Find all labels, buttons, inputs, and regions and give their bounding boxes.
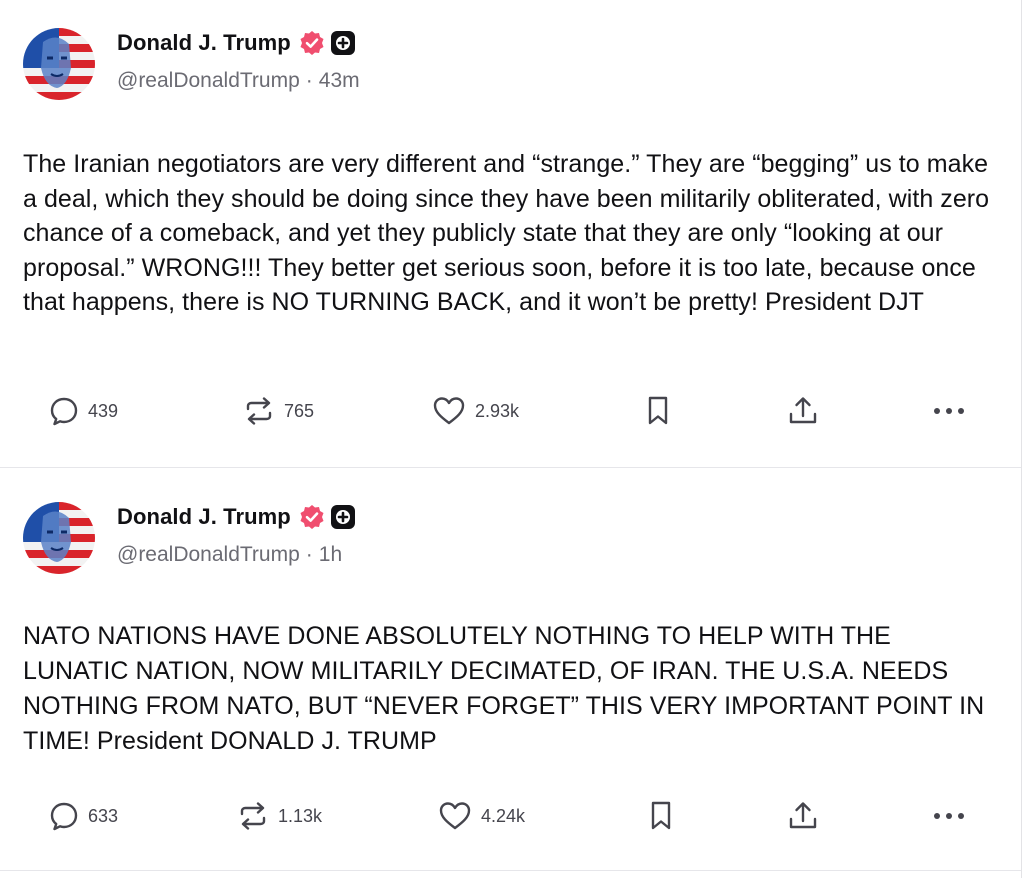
more-options-button[interactable] xyxy=(932,391,966,431)
repost-arrows-icon xyxy=(242,394,276,428)
author-name[interactable]: Donald J. Trump xyxy=(117,504,291,530)
separator-dot: · xyxy=(305,543,313,566)
author-name[interactable]: Donald J. Trump xyxy=(117,30,291,56)
separator-dot: · xyxy=(305,69,313,92)
share-upload-icon xyxy=(786,799,820,833)
avatar[interactable] xyxy=(23,502,95,574)
reply-count: 439 xyxy=(88,400,119,421)
post-time[interactable]: 43m xyxy=(319,69,360,93)
post-time[interactable]: 1h xyxy=(319,543,342,567)
plus-badge-icon xyxy=(330,505,355,529)
repost-button[interactable]: 765 xyxy=(242,391,314,431)
post-text: NATO NATIONS HAVE DONE ABSOLUTELY NOTHIN… xyxy=(23,622,985,755)
share-upload-icon xyxy=(786,394,820,428)
ellipsis-icon xyxy=(932,811,966,821)
author-handle[interactable]: @realDonaldTrump xyxy=(117,543,300,567)
bookmark-icon xyxy=(645,394,671,428)
like-button[interactable]: 2.93k xyxy=(431,391,519,431)
post-header: Donald J. Trump xyxy=(23,26,1021,100)
share-button[interactable] xyxy=(786,796,820,836)
post[interactable]: Donald J. Trump xyxy=(0,0,1021,467)
heart-icon xyxy=(431,395,467,427)
author-block: Donald J. Trump xyxy=(117,28,360,93)
like-button[interactable]: 4.24k xyxy=(437,796,525,836)
speech-bubble-icon xyxy=(48,800,80,832)
bookmark-button[interactable] xyxy=(645,391,671,431)
repost-arrows-icon xyxy=(236,799,270,833)
repost-count: 1.13k xyxy=(278,805,323,826)
author-handle[interactable]: @realDonaldTrump xyxy=(117,69,300,93)
feed: Donald J. Trump @realDonaldTrump · 43m T… xyxy=(0,0,1022,878)
like-count: 2.93k xyxy=(475,400,520,421)
post[interactable]: Donald J. Trump xyxy=(0,467,1021,871)
bookmark-icon xyxy=(648,799,674,833)
like-count: 4.24k xyxy=(481,805,526,826)
reply-button[interactable]: 633 xyxy=(48,796,118,836)
verified-badge-icon xyxy=(299,30,325,56)
action-bar: 633 1.13k 4.24k xyxy=(0,796,1021,836)
post-header: Donald J. Trump xyxy=(23,500,1021,574)
author-block: Donald J. Trump xyxy=(117,502,355,567)
plus-badge-icon xyxy=(330,31,355,55)
reply-button[interactable]: 439 xyxy=(48,391,118,431)
share-button[interactable] xyxy=(786,391,820,431)
avatar[interactable] xyxy=(23,28,95,100)
handle-line: @realDonaldTrump · 43m xyxy=(117,69,360,93)
reply-count: 633 xyxy=(88,805,119,826)
repost-count: 765 xyxy=(284,400,315,421)
repost-button[interactable]: 1.13k xyxy=(236,796,322,836)
verified-badge-icon xyxy=(299,504,325,530)
post-text: The Iranian negotiators are very differe… xyxy=(23,150,990,317)
more-options-button[interactable] xyxy=(932,796,966,836)
heart-icon xyxy=(437,800,473,832)
handle-line: @realDonaldTrump · 1h xyxy=(117,543,355,567)
bookmark-button[interactable] xyxy=(648,796,674,836)
ellipsis-icon xyxy=(932,406,966,416)
speech-bubble-icon xyxy=(48,395,80,427)
action-bar: 439 765 2.93k xyxy=(0,391,1021,431)
